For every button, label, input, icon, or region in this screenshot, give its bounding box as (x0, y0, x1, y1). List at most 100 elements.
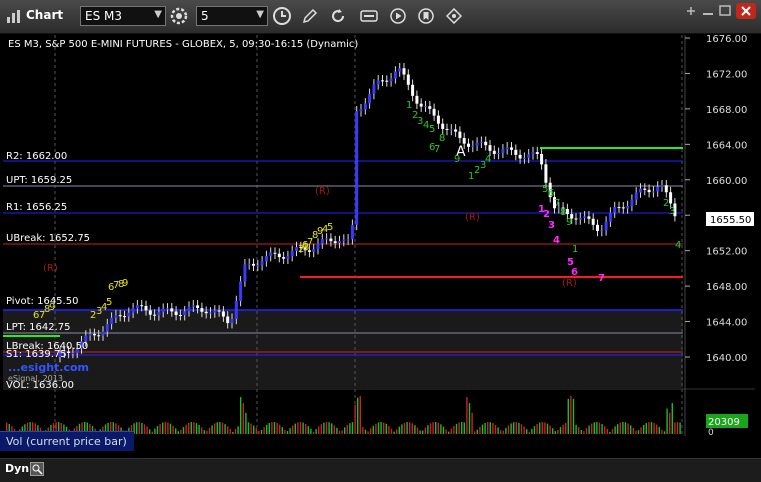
volume-bar (546, 423, 549, 434)
candle-body (359, 109, 363, 112)
r2-label: R2: 1662.00 (6, 151, 67, 162)
volume-bar (601, 424, 603, 434)
pin-icon[interactable] (683, 4, 699, 18)
gear-icon[interactable] (170, 7, 188, 25)
price-chart[interactable]: ES M3, S&P 500 E-MINI FUTURES - GLOBEX, … (0, 33, 761, 458)
volume-bar (349, 423, 351, 434)
volume-bar (302, 422, 304, 434)
candle-body (260, 261, 264, 266)
volume-bar (461, 422, 463, 434)
volume-bar (169, 423, 172, 434)
volume-bar (455, 423, 458, 434)
y-tick-label: 1644.00 (706, 318, 747, 329)
volume-bar (388, 425, 390, 434)
candle-body (204, 311, 208, 314)
seq-count-green: 7 (434, 144, 440, 155)
refresh-icon[interactable] (330, 8, 346, 24)
candle-body (419, 103, 423, 107)
volume-bar (279, 424, 281, 434)
candle-body (234, 301, 238, 319)
candle-body (514, 149, 518, 155)
volume-bar (557, 429, 559, 434)
candle-body (669, 192, 673, 204)
candle-body (467, 143, 470, 147)
seq-count-yellow: 3 (303, 242, 309, 253)
candle-body (578, 217, 582, 220)
volume-bar (273, 422, 276, 434)
bookmark-icon[interactable] (418, 8, 434, 24)
volume-bar (570, 396, 572, 434)
candle-body (282, 257, 286, 259)
candle-body (170, 308, 174, 312)
minimize-icon[interactable] (700, 4, 716, 18)
volume-bar (500, 430, 502, 434)
seq-count-magenta: 6 (571, 267, 578, 278)
candle-body (333, 241, 337, 244)
lpt-label: LPT: 1642.75 (6, 322, 71, 333)
volume-bar (650, 422, 653, 434)
dyn-mode[interactable]: Dyn (5, 462, 29, 475)
volume-bar (414, 425, 416, 434)
link-icon[interactable] (446, 8, 462, 24)
s1-label: S1: 1639.75 (6, 349, 67, 360)
quote-icon[interactable] (360, 8, 378, 24)
symbol-combo[interactable]: ES M3 ▼ (80, 6, 166, 26)
volume-bar (263, 427, 265, 434)
candle-body (660, 185, 664, 187)
play-icon[interactable] (390, 8, 406, 24)
zoom-icon[interactable] (30, 462, 44, 476)
volume-bar (331, 423, 333, 434)
candle-body (101, 331, 105, 336)
volume-bar (627, 423, 629, 434)
volume-bar (214, 423, 216, 434)
pencil-icon[interactable] (302, 8, 318, 24)
volume-bar (289, 428, 291, 434)
volume-bar (427, 425, 429, 434)
volume-bar (624, 422, 627, 434)
candle-body (402, 68, 406, 75)
candle-body (445, 128, 449, 130)
volume-bar (622, 422, 624, 434)
chevron-down-icon[interactable]: ▼ (256, 9, 264, 20)
volume-bar (297, 422, 299, 434)
interval-combo[interactable]: 5 ▼ (196, 6, 268, 26)
candle-body (273, 252, 277, 254)
maximize-icon[interactable] (717, 4, 733, 18)
candle-body (617, 207, 621, 209)
volume-bar (466, 397, 468, 434)
candle-body (187, 306, 191, 312)
ubreak-label: UBreak: 1652.75 (6, 233, 90, 244)
volume-bar (515, 422, 517, 434)
candle-body (621, 207, 625, 209)
candle-body (269, 252, 273, 257)
candle-body (501, 149, 505, 153)
volume-bar (445, 429, 447, 434)
volume-bar (237, 426, 239, 434)
candle-body (393, 71, 397, 79)
volume-bar (372, 425, 374, 434)
volume-bar (286, 431, 289, 434)
candle-body (372, 84, 376, 94)
candle-body (355, 111, 359, 225)
candle-body (161, 308, 165, 313)
candle-body (114, 315, 118, 318)
close-icon[interactable] (736, 3, 756, 19)
volume-bar (375, 423, 377, 434)
candle-body (492, 150, 496, 154)
volume-bar (552, 428, 554, 434)
candle-body (135, 305, 139, 309)
window-title: Chart (26, 8, 64, 22)
candle-body (157, 312, 161, 316)
chevron-down-icon[interactable]: ▼ (154, 9, 162, 20)
volume-bar (588, 425, 590, 434)
candle-body (656, 186, 660, 192)
candle-body (286, 256, 290, 259)
volume-panel-label[interactable]: Vol (current price bar) (0, 431, 134, 451)
volume-bar (227, 426, 229, 434)
volume-bar (583, 431, 585, 434)
clock-icon[interactable] (272, 6, 292, 26)
volume-bar (143, 424, 146, 434)
volume-bar (250, 423, 252, 434)
volume-bar (432, 422, 434, 434)
volume-bar (632, 427, 634, 434)
